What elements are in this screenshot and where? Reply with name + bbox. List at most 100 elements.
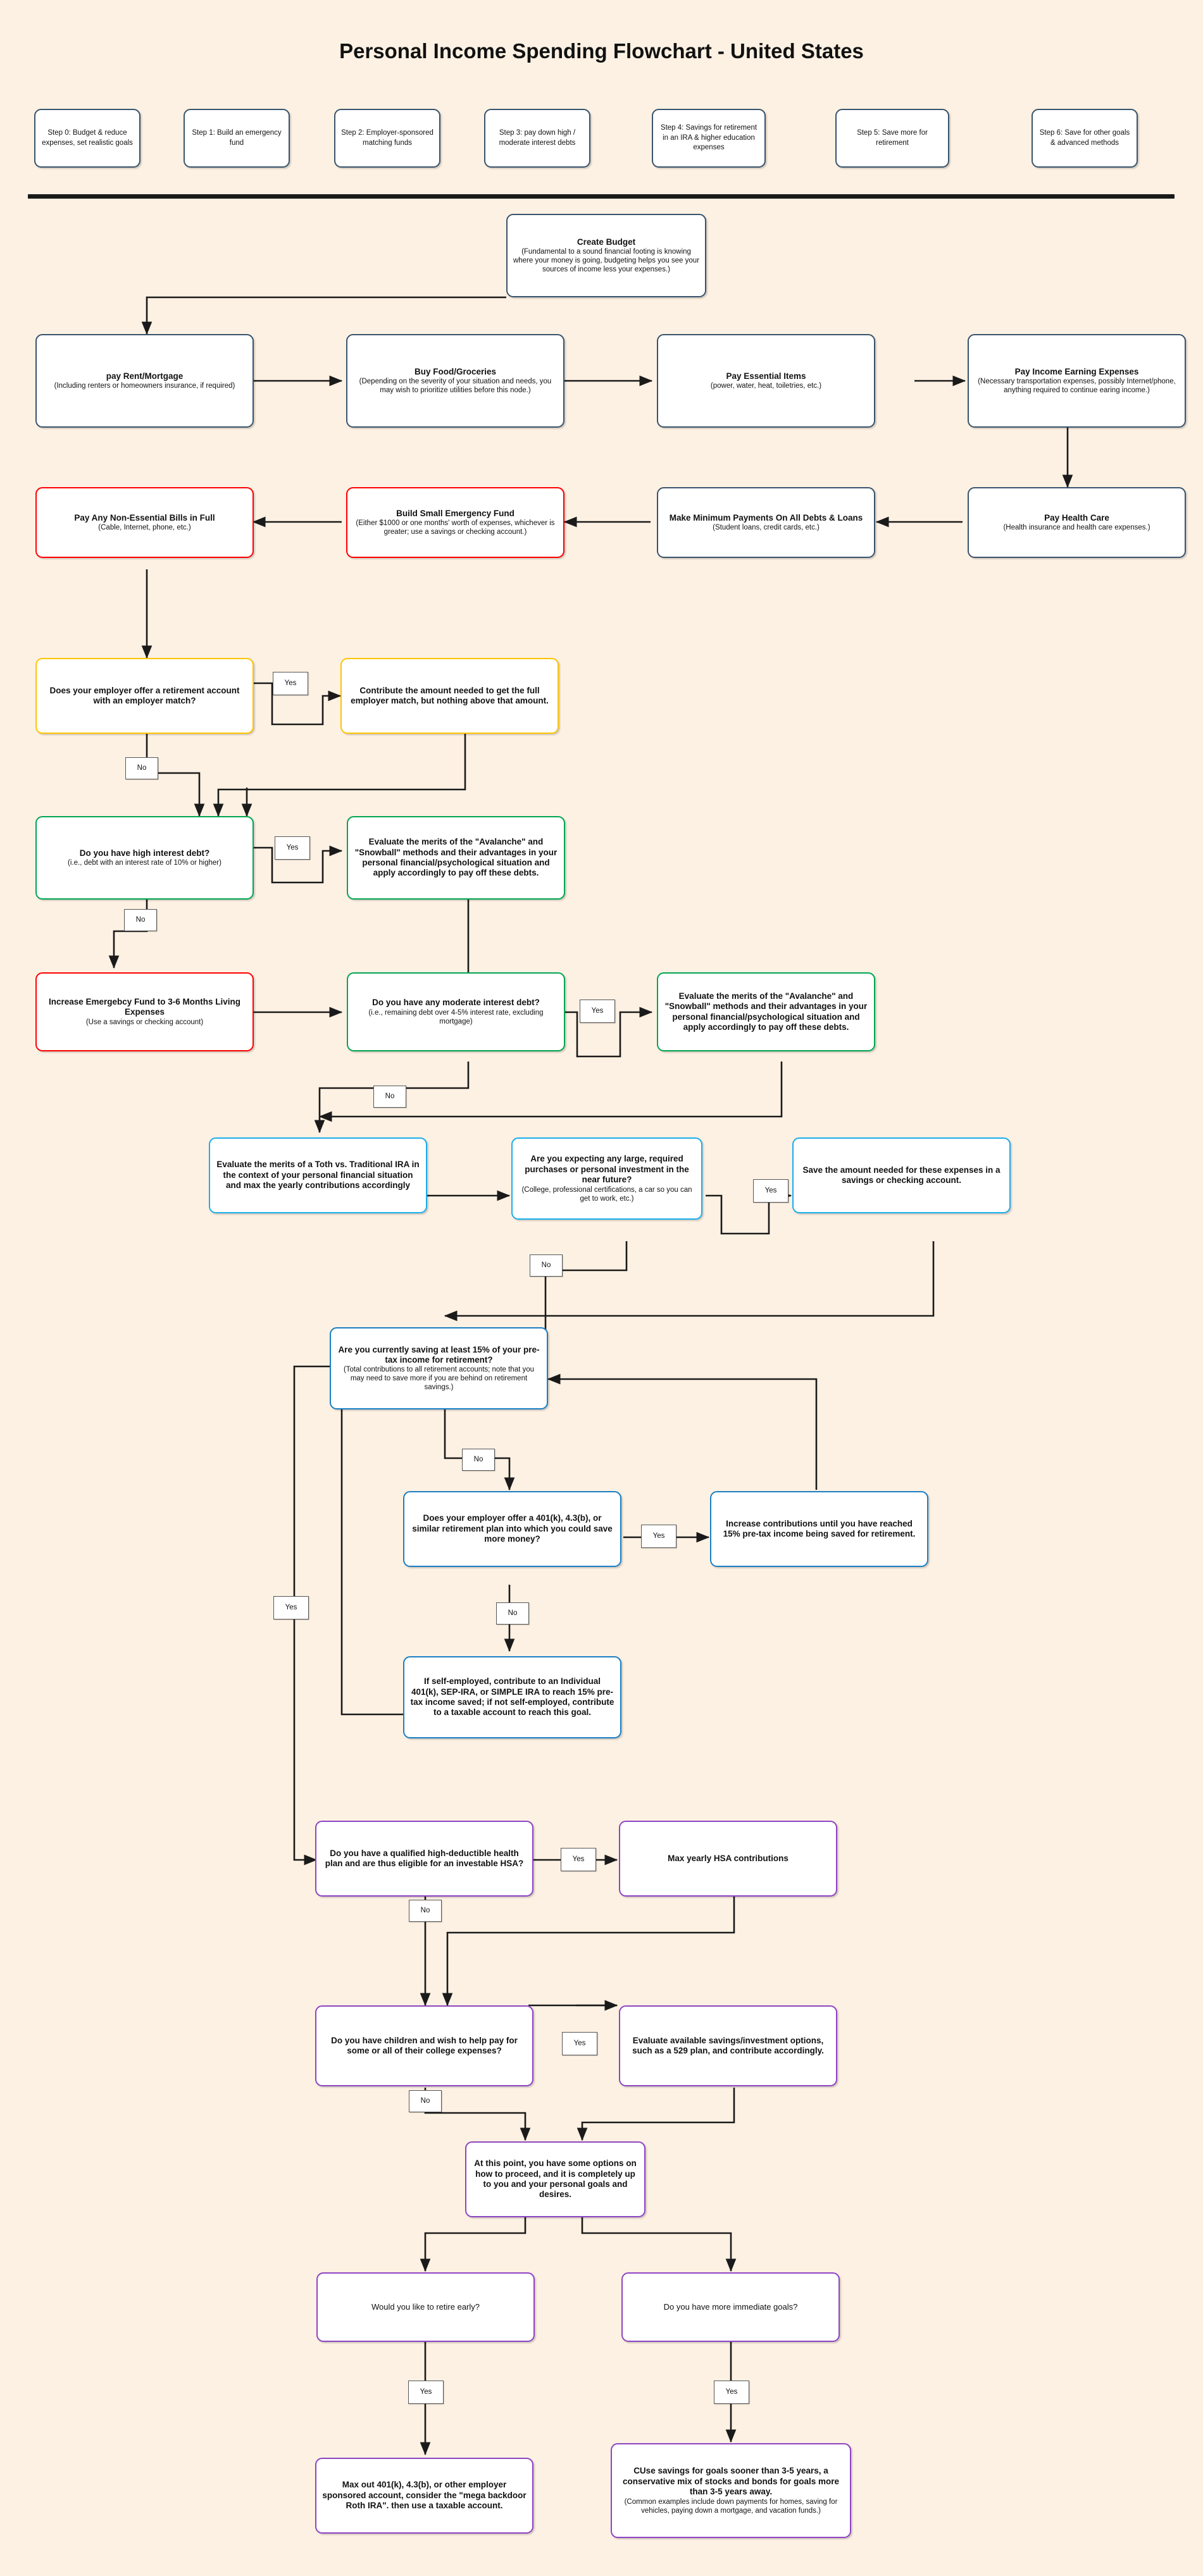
- edge-label-no-high-interest: No: [124, 909, 157, 931]
- node-goal-savings[interactable]: CUse savings for goals sooner than 3-5 y…: [611, 2443, 851, 2538]
- node-increase-emergency-fund-head: Increase Emergebcy Fund to 3-6 Months Li…: [48, 997, 241, 1017]
- node-self-employed-options[interactable]: If self-employed, contribute to an Indiv…: [403, 1656, 621, 1738]
- legend-item-step5: Step 5: Save more for retirement: [835, 109, 949, 168]
- legend-item-step4: Step 4: Savings for retirement in an IRA…: [652, 109, 766, 168]
- node-create-budget-head: Create Budget: [577, 237, 636, 247]
- node-pay-essential-items[interactable]: Pay Essential Items (power, water, heat,…: [657, 334, 875, 428]
- legend-item-step4-label: Step 4: Savings for retirement in an IRA…: [660, 124, 757, 152]
- node-employer-401k-question-head: Does your employer offer a 401(k), 4.3(b…: [412, 1513, 613, 1544]
- edge-label-no-moderate: No: [373, 1086, 406, 1108]
- node-immediate-goals-question[interactable]: Do you have more immediate goals?: [621, 2272, 840, 2342]
- node-build-small-emergency-fund-sub: (Either $1000 or one months' worth of ex…: [356, 519, 555, 536]
- node-pay-non-essential-bills-head: Pay Any Non-Essential Bills in Full: [74, 512, 215, 523]
- node-moderate-interest-answer[interactable]: Evaluate the merits of the "Avalanche" a…: [657, 972, 875, 1051]
- node-saving-15-question-head: Are you currently saving at least 15% of…: [338, 1344, 540, 1365]
- node-saving-15-question[interactable]: Are you currently saving at least 15% of…: [330, 1327, 548, 1409]
- node-employer-match-question[interactable]: Does your employer offer a retirement ac…: [35, 658, 254, 734]
- legend-item-step2: Step 2: Employer-sponsored matching fund…: [334, 109, 440, 168]
- legend-item-step1-label: Step 1: Build an emergency fund: [192, 128, 282, 147]
- edge-label-no-large-purchase: No: [530, 1254, 563, 1277]
- node-max-out-accounts[interactable]: Max out 401(k), 4.3(b), or other employe…: [315, 2458, 533, 2534]
- node-goal-savings-sub: (Common examples include down payments f…: [624, 2498, 838, 2515]
- legend-item-step0: Step 0: Budget & reduce expenses, set re…: [34, 109, 140, 168]
- page-title: Personal Income Spending Flowchart - Uni…: [339, 39, 864, 63]
- edge-label-yes-moderate: Yes: [580, 1000, 615, 1023]
- node-large-purchase-answer[interactable]: Save the amount needed for these expense…: [792, 1137, 1011, 1213]
- node-large-purchase-question[interactable]: Are you expecting any large, required pu…: [511, 1137, 702, 1220]
- node-pay-non-essential-bills-sub: (Cable, Internet, phone, etc.): [98, 524, 191, 532]
- edge-label-yes-saving-15: Yes: [273, 1596, 309, 1619]
- node-create-budget-sub: (Fundamental to a sound financial footin…: [513, 248, 700, 274]
- legend-item-step3: Step 3: pay down high / moderate interes…: [484, 109, 590, 168]
- edge-label-yes-large-purchase: Yes: [753, 1179, 788, 1203]
- node-hsa-answer[interactable]: Max yearly HSA contributions: [619, 1821, 837, 1897]
- node-hsa-answer-head: Max yearly HSA contributions: [668, 1853, 788, 1863]
- node-employer-match-question-head: Does your employer offer a retirement ac…: [49, 685, 240, 705]
- node-college-question[interactable]: Do you have children and wish to help pa…: [315, 2005, 533, 2086]
- edge-label-yes-hsa: Yes: [561, 1848, 596, 1871]
- node-retire-early-question[interactable]: Would you like to retire early?: [316, 2272, 535, 2342]
- node-moderate-interest-question[interactable]: Do you have any moderate interest debt? …: [347, 972, 565, 1051]
- node-pay-essential-items-sub: (power, water, heat, toiletries, etc.): [710, 382, 822, 390]
- node-roth-vs-traditional-head: Evaluate the merits of a Toth vs. Tradit…: [216, 1160, 420, 1191]
- node-pay-income-earning-expenses-sub: (Necessary transportation expenses, poss…: [978, 378, 1176, 395]
- node-employer-match-answer-head: Contribute the amount needed to get the …: [351, 685, 549, 705]
- node-high-interest-question[interactable]: Do you have high interest debt? (i.e., d…: [35, 816, 254, 900]
- edge-label-yes-high-interest: Yes: [275, 836, 310, 860]
- edge-label-no-401k: No: [496, 1602, 529, 1625]
- node-options-note-head: At this point, you have some options on …: [474, 2158, 637, 2200]
- legend-item-step6: Step 6: Save for other goals & advanced …: [1032, 109, 1138, 168]
- node-high-interest-answer[interactable]: Evaluate the merits of the "Avalanche" a…: [347, 816, 565, 900]
- node-pay-non-essential-bills[interactable]: Pay Any Non-Essential Bills in Full (Cab…: [35, 487, 254, 558]
- node-options-note[interactable]: At this point, you have some options on …: [465, 2141, 645, 2217]
- edge-label-no-saving-15: No: [462, 1449, 495, 1471]
- node-large-purchase-question-head: Are you expecting any large, required pu…: [525, 1154, 689, 1185]
- node-college-question-head: Do you have children and wish to help pa…: [331, 2035, 518, 2055]
- edge-label-yes-retire-early: Yes: [408, 2381, 444, 2404]
- edge-label-yes-college: Yes: [562, 2032, 597, 2055]
- edge-label-no-hsa: No: [409, 1900, 442, 1922]
- node-build-small-emergency-fund[interactable]: Build Small Emergency Fund (Either $1000…: [346, 487, 564, 558]
- node-increase-emergency-fund[interactable]: Increase Emergebcy Fund to 3-6 Months Li…: [35, 972, 254, 1051]
- node-pay-essential-items-head: Pay Essential Items: [726, 371, 806, 381]
- node-buy-food-groceries-head: Buy Food/Groceries: [414, 366, 497, 376]
- node-increase-contributions[interactable]: Increase contributions until you have re…: [710, 1491, 928, 1567]
- node-buy-food-groceries[interactable]: Buy Food/Groceries (Depending on the sev…: [346, 334, 564, 428]
- node-create-budget[interactable]: Create Budget (Fundamental to a sound fi…: [506, 214, 706, 297]
- node-pay-income-earning-expenses-head: Pay Income Earning Expenses: [1014, 366, 1139, 376]
- node-make-minimum-payments-sub: (Student loans, credit cards, etc.): [713, 524, 820, 532]
- node-max-out-accounts-head: Max out 401(k), 4.3(b), or other employe…: [322, 2480, 527, 2511]
- node-buy-food-groceries-sub: (Depending on the severity of your situa…: [359, 378, 552, 395]
- node-moderate-interest-question-head: Do you have any moderate interest debt?: [372, 998, 540, 1008]
- node-immediate-goals-question-head: Do you have more immediate goals?: [663, 2302, 798, 2312]
- node-saving-15-question-sub: (Total contributions to all retirement a…: [343, 1366, 535, 1392]
- flowchart-canvas: Personal Income Spending Flowchart - Uni…: [0, 0, 1203, 2576]
- legend-item-step1: Step 1: Build an emergency fund: [184, 109, 290, 168]
- node-roth-vs-traditional[interactable]: Evaluate the merits of a Toth vs. Tradit…: [209, 1137, 427, 1213]
- node-pay-health-care-sub: (Health insurance and health care expens…: [1003, 524, 1150, 532]
- node-employer-401k-question[interactable]: Does your employer offer a 401(k), 4.3(b…: [403, 1491, 621, 1567]
- node-hsa-question[interactable]: Do you have a qualified high-deductible …: [315, 1821, 533, 1897]
- node-pay-health-care[interactable]: Pay Health Care (Health insurance and he…: [968, 487, 1186, 558]
- node-moderate-interest-question-sub: (i.e., remaining debt over 4-5% interest…: [368, 1008, 544, 1025]
- node-pay-rent-mortgage[interactable]: pay Rent/Mortgage (Including renters or …: [35, 334, 254, 428]
- legend-item-step2-label: Step 2: Employer-sponsored matching fund…: [341, 128, 433, 147]
- node-hsa-question-head: Do you have a qualified high-deductible …: [325, 1848, 524, 1868]
- node-high-interest-answer-head: Evaluate the merits of the "Avalanche" a…: [354, 837, 558, 878]
- node-pay-rent-mortgage-head: pay Rent/Mortgage: [106, 371, 184, 381]
- node-pay-income-earning-expenses[interactable]: Pay Income Earning Expenses (Necessary t…: [968, 334, 1186, 428]
- node-large-purchase-answer-head: Save the amount needed for these expense…: [802, 1165, 1000, 1185]
- node-employer-match-answer[interactable]: Contribute the amount needed to get the …: [340, 658, 559, 734]
- node-make-minimum-payments-head: Make Minimum Payments On All Debts & Loa…: [669, 512, 863, 523]
- edge-label-yes-401k: Yes: [641, 1525, 676, 1548]
- legend-divider: [28, 194, 1175, 199]
- node-self-employed-options-head: If self-employed, contribute to an Indiv…: [410, 1676, 614, 1718]
- node-make-minimum-payments[interactable]: Make Minimum Payments On All Debts & Loa…: [657, 487, 875, 558]
- node-college-answer-head: Evaluate available savings/investment op…: [632, 2035, 824, 2055]
- edge-label-no-college: No: [409, 2090, 442, 2112]
- node-high-interest-question-head: Do you have high interest debt?: [79, 848, 210, 858]
- node-college-answer[interactable]: Evaluate available savings/investment op…: [619, 2005, 837, 2086]
- node-retire-early-question-head: Would you like to retire early?: [371, 2302, 480, 2312]
- node-pay-rent-mortgage-sub: (Including renters or homeowners insuran…: [54, 382, 235, 390]
- legend-item-step5-label: Step 5: Save more for retirement: [857, 128, 928, 147]
